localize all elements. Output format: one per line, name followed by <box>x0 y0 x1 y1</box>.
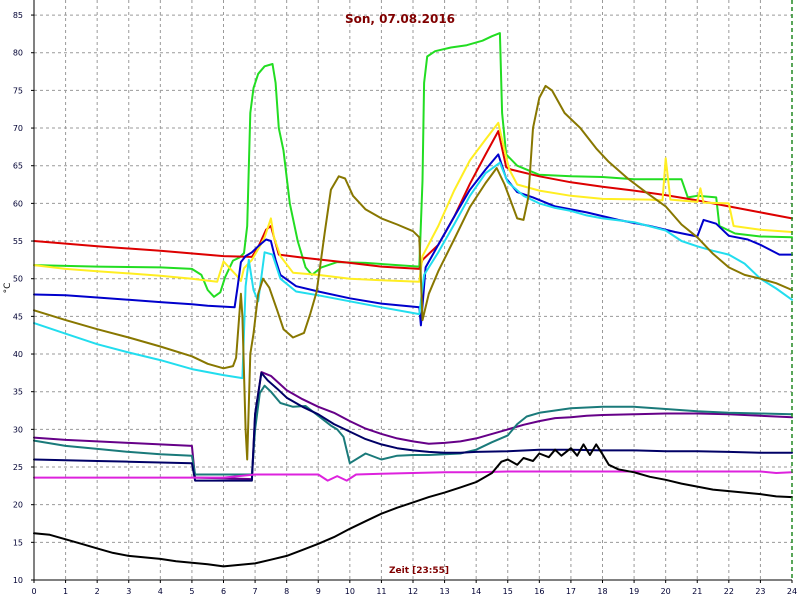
x-tick-label: 22 <box>724 587 734 596</box>
x-tick-label: 16 <box>534 587 544 596</box>
x-tick-label: 23 <box>755 587 765 596</box>
y-tick-label: 85 <box>13 11 23 20</box>
y-tick-label: 30 <box>13 425 23 434</box>
y-tick-label: 25 <box>13 463 23 472</box>
x-tick-label: 14 <box>471 587 481 596</box>
x-tick-label: 19 <box>629 587 639 596</box>
y-tick-label: 20 <box>13 501 23 510</box>
y-tick-label: 60 <box>13 199 23 208</box>
chart-title: Son, 07.08.2016 <box>345 12 455 26</box>
temperature-line-chart: 0 1 2 3 4 5 6 7 8 9 10 11 12 13 14 15 16 17 18 19 20 21 22 23 24… <box>0 0 800 600</box>
x-tick-label: 2 <box>95 587 100 596</box>
x-tick-label: 20 <box>661 587 671 596</box>
x-tick-label: 13 <box>439 587 449 596</box>
x-tick-label: 4 <box>158 587 163 596</box>
x-tick-label: 0 <box>31 587 36 596</box>
x-tick-label: 24 <box>787 587 797 596</box>
x-tick-label: 6 <box>221 587 226 596</box>
y-tick-label: 15 <box>13 538 23 547</box>
x-tick-label: 7 <box>253 587 258 596</box>
x-tick-label: 8 <box>284 587 289 596</box>
x-tick-label: 1 <box>63 587 68 596</box>
x-tick-label: 21 <box>692 587 702 596</box>
x-tick-label: 3 <box>126 587 131 596</box>
y-tick-label: 50 <box>13 275 23 284</box>
y-tick-label: 80 <box>13 49 23 58</box>
x-tick-label: 11 <box>376 587 386 596</box>
y-tick-label: 75 <box>13 86 23 95</box>
x-tick-label: 18 <box>597 587 607 596</box>
y-axis-title: °C <box>3 283 13 294</box>
x-tick-label: 5 <box>189 587 194 596</box>
x-tick-label: 10 <box>345 587 355 596</box>
y-tick-label: 70 <box>13 124 23 133</box>
y-tick-label: 45 <box>13 312 23 321</box>
x-tick-label: 17 <box>566 587 576 596</box>
x-tick-label: 9 <box>316 587 321 596</box>
x-tick-label: 15 <box>503 587 513 596</box>
x-axis-title: Zeit [23:55] <box>389 566 449 576</box>
y-tick-label: 35 <box>13 388 23 397</box>
y-tick-label: 40 <box>13 350 23 359</box>
y-tick-label: 65 <box>13 162 23 171</box>
x-tick-label: 12 <box>408 587 418 596</box>
y-tick-label: 10 <box>13 576 23 585</box>
y-tick-label: 55 <box>13 237 23 246</box>
